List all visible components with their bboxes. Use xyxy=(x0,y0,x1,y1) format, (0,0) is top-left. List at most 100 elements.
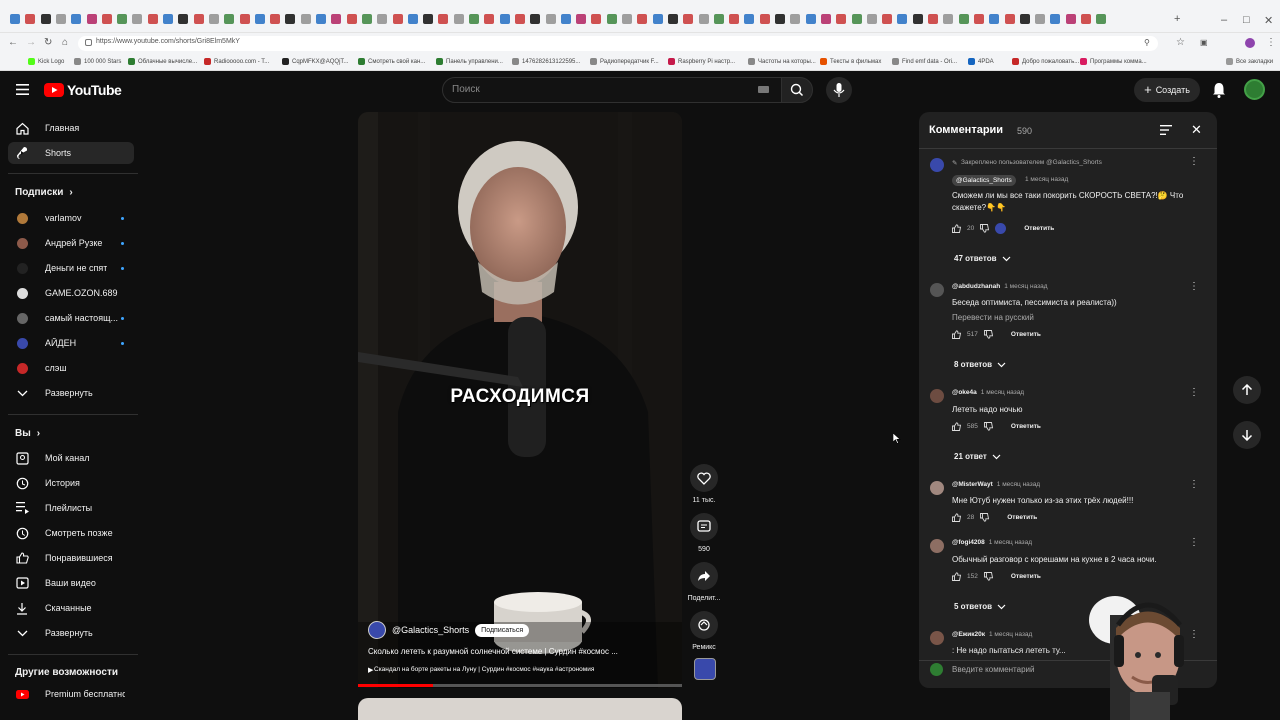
browser-tab[interactable] xyxy=(346,14,357,24)
browser-tab[interactable] xyxy=(652,14,663,24)
browser-tab[interactable] xyxy=(683,14,694,24)
browser-tab[interactable] xyxy=(698,14,709,24)
extensions-icon[interactable]: ▣ xyxy=(1200,38,1208,48)
remix-action[interactable]: Ремикс xyxy=(686,611,722,651)
browser-tab[interactable] xyxy=(759,14,770,24)
thumbs-up-icon[interactable] xyxy=(952,422,961,431)
create-button[interactable]: + Создать xyxy=(1134,78,1200,102)
close-window-icon[interactable]: ✕ xyxy=(1264,14,1273,27)
browser-tab[interactable] xyxy=(316,14,326,24)
browser-tab[interactable] xyxy=(178,14,189,24)
home-browser-icon[interactable]: ⌂ xyxy=(62,38,68,48)
browser-tab[interactable] xyxy=(331,14,342,24)
browser-tab[interactable] xyxy=(484,14,495,24)
browser-tab[interactable] xyxy=(208,14,219,24)
browser-tab[interactable] xyxy=(514,14,525,24)
bookmark-item[interactable]: Частоты на которы... xyxy=(748,58,816,65)
browser-tab[interactable] xyxy=(989,14,1000,24)
sidebar-subscription[interactable]: АЙДЕН xyxy=(8,332,134,354)
browser-tab[interactable] xyxy=(86,14,97,24)
channel-avatar[interactable] xyxy=(368,621,386,639)
sidebar-item-history[interactable]: История xyxy=(8,472,134,494)
youtube-logo-text[interactable]: YouTube xyxy=(67,82,122,98)
bookmark-item[interactable]: CqpMFKX@AQQjT... xyxy=(282,58,348,65)
bookmark-item[interactable]: 100 000 Stars xyxy=(74,58,121,65)
voice-search-button[interactable] xyxy=(826,77,852,103)
sidebar-subscription[interactable]: Андрей Рузке xyxy=(8,232,134,254)
reply-button[interactable]: Ответить xyxy=(1007,514,1037,521)
browser-tab[interactable] xyxy=(499,14,510,24)
thumbs-up-icon[interactable] xyxy=(952,572,961,581)
browser-tab[interactable] xyxy=(193,14,204,24)
back-icon[interactable]: ← xyxy=(8,38,18,48)
browser-tab[interactable] xyxy=(224,14,235,24)
browser-tab[interactable] xyxy=(438,14,449,24)
previous-short-button[interactable] xyxy=(1233,376,1261,404)
comment-icon[interactable] xyxy=(690,513,718,541)
comment-avatar[interactable] xyxy=(930,389,944,403)
browser-tab[interactable] xyxy=(55,14,66,24)
sidebar-expand-subscriptions[interactable]: Развернуть xyxy=(8,382,134,404)
browser-tab[interactable] xyxy=(40,14,51,24)
sidebar-subscription[interactable]: слэш xyxy=(8,357,134,379)
browser-tab[interactable] xyxy=(973,14,984,24)
browser-tab[interactable] xyxy=(407,14,418,24)
comment-avatar[interactable] xyxy=(930,481,944,495)
browser-tab[interactable] xyxy=(10,14,20,24)
browser-tab[interactable] xyxy=(469,14,479,24)
comment-avatar[interactable] xyxy=(930,283,944,297)
browser-tab[interactable] xyxy=(713,14,724,24)
sidebar-item-youtube-premium[interactable]: Premium бесплатно xyxy=(8,683,134,705)
related-video-link[interactable]: Скандал на борте ракеты на Луну | Сурдин… xyxy=(374,666,594,673)
browser-tab[interactable] xyxy=(101,14,112,24)
browser-tab[interactable] xyxy=(1035,14,1046,24)
remix-icon[interactable] xyxy=(690,611,718,639)
bookmark-item[interactable]: Программы комма... xyxy=(1080,58,1147,65)
reply-button[interactable]: Ответить xyxy=(1011,331,1041,338)
browser-tab[interactable] xyxy=(361,14,372,24)
show-replies-button[interactable]: 5 ответов xyxy=(954,602,1006,611)
browser-tab[interactable] xyxy=(851,14,862,24)
thumbs-down-icon[interactable] xyxy=(980,224,990,233)
sidebar-subscription[interactable]: GAME.OZON.689 xyxy=(8,282,134,304)
comments-action[interactable]: 590 xyxy=(686,513,722,553)
comment-avatar[interactable] xyxy=(930,539,944,553)
bookmark-item[interactable]: Raspberry Pi настр... xyxy=(668,58,735,65)
search-input[interactable] xyxy=(442,77,782,103)
channel-name[interactable]: @Galactics_Shorts xyxy=(392,625,469,635)
browser-tab[interactable] xyxy=(790,14,801,24)
browser-menu-icon[interactable]: ⋮ xyxy=(1266,38,1276,48)
reload-icon[interactable]: ↻ xyxy=(44,38,52,48)
browser-tab[interactable] xyxy=(377,14,388,24)
thumbs-up-icon[interactable] xyxy=(952,513,961,522)
comment-author[interactable]: @abdudzhanah 1 месяц назад xyxy=(952,283,1048,290)
browser-tab[interactable] xyxy=(1081,14,1091,24)
comment-menu-icon[interactable]: ⋮ xyxy=(1189,388,1199,398)
next-short-button[interactable] xyxy=(1233,421,1261,449)
browser-tab[interactable] xyxy=(453,14,464,24)
sort-icon[interactable] xyxy=(1160,125,1172,135)
forward-icon[interactable]: → xyxy=(26,38,36,48)
comment-author[interactable]: @oke4a 1 месяц назад xyxy=(952,389,1024,396)
browser-tab[interactable] xyxy=(423,14,434,24)
thumbs-down-icon[interactable] xyxy=(983,572,993,581)
bookmark-item[interactable]: Радиопередатчик F... xyxy=(590,58,659,65)
comment-menu-icon[interactable]: ⋮ xyxy=(1189,157,1199,167)
browser-tab[interactable] xyxy=(667,14,678,24)
browser-tab[interactable] xyxy=(1050,14,1061,24)
bookmark-item[interactable]: Смотреть свой кан... xyxy=(358,58,425,65)
account-avatar[interactable] xyxy=(1244,79,1265,100)
search-button[interactable] xyxy=(781,77,813,103)
bookmark-item[interactable]: Find emf data - Ori... xyxy=(892,58,957,65)
browser-tab[interactable] xyxy=(912,14,923,24)
subscriptions-heading[interactable]: Подписки › xyxy=(15,187,73,198)
browser-tab[interactable] xyxy=(239,14,250,24)
next-short-preview[interactable] xyxy=(358,698,682,720)
browser-tab[interactable] xyxy=(254,14,265,24)
thumbs-down-icon[interactable] xyxy=(980,513,990,522)
sidebar-subscription[interactable]: самый настоящ... xyxy=(8,307,134,329)
thumbs-down-icon[interactable] xyxy=(983,330,993,339)
sidebar-item-shorts[interactable]: Shorts xyxy=(8,142,134,164)
bookmark-star-icon[interactable]: ☆ xyxy=(1176,38,1185,48)
sidebar-item-home[interactable]: Главная xyxy=(8,117,134,139)
